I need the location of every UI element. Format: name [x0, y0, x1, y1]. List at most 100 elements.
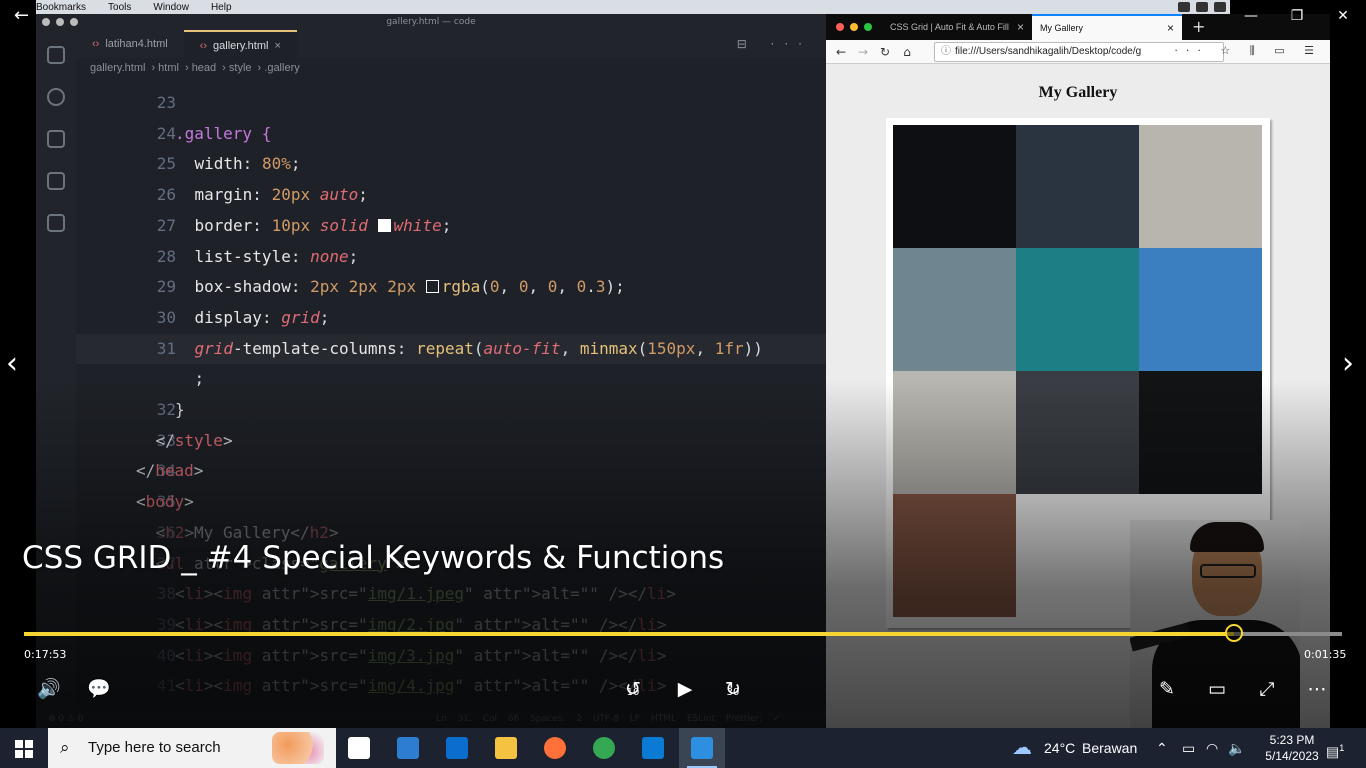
minimize-button[interactable]: —	[1228, 0, 1274, 32]
new-tab-button[interactable]: +	[1182, 14, 1215, 40]
forward-30-button[interactable]: ↻ 30	[720, 676, 746, 702]
code-line[interactable]: 33 </style>	[76, 426, 826, 456]
breadcrumb-item[interactable]: .gallery	[264, 62, 299, 74]
code-line[interactable]: 38 <li><img attr">src="img/1.jpeg" attr">…	[76, 579, 826, 609]
forward-arrow-icon[interactable]: →	[854, 43, 872, 61]
menu-bookmarks[interactable]: Bookmarks	[36, 2, 86, 13]
gallery-image[interactable]	[893, 494, 1016, 617]
code-text: box-shadow: 2px 2px 2px rgba(0, 0, 0, 0.…	[194, 277, 625, 297]
editor-actions[interactable]: ⊟ ···	[737, 30, 826, 58]
menu-tools[interactable]: Tools	[108, 2, 131, 13]
volume-icon[interactable]: 🔊	[36, 676, 62, 702]
reload-icon[interactable]: ↻	[876, 43, 894, 61]
start-button[interactable]	[0, 728, 48, 768]
home-icon[interactable]: ⌂	[898, 43, 916, 61]
taskbar-media-player[interactable]	[679, 728, 725, 768]
gallery-image[interactable]	[1139, 371, 1262, 494]
explorer-icon[interactable]	[47, 46, 65, 64]
wifi-icon[interactable]: ◠	[1206, 728, 1218, 768]
gallery-image[interactable]	[1016, 248, 1139, 371]
code-line[interactable]: 27 border: 10px solid white;	[76, 211, 826, 241]
menu-window[interactable]: Window	[153, 2, 189, 13]
clock[interactable]: 5:23 PM 5/14/2023	[1262, 732, 1322, 764]
browser-tab-active[interactable]: My Gallery ×	[1032, 14, 1182, 40]
search-icon[interactable]	[47, 88, 65, 106]
taskbar-microsoft-store[interactable]	[385, 728, 431, 768]
previous-video-icon[interactable]: ‹	[6, 346, 18, 381]
breadcrumb-item[interactable]: head	[192, 62, 216, 74]
seek-bar[interactable]	[24, 624, 1342, 642]
gallery-image[interactable]	[893, 125, 1016, 248]
code-line[interactable]: 29 box-shadow: 2px 2px 2px rgba(0, 0, 0, …	[76, 272, 826, 302]
code-line[interactable]: 32}	[76, 395, 826, 425]
code-line[interactable]: 31 grid-template-columns: repeat(auto-fit…	[76, 333, 826, 364]
browser-tab[interactable]: CSS Grid | Auto Fit & Auto Fill ×	[882, 14, 1032, 40]
menu-help[interactable]: Help	[211, 2, 232, 13]
breadcrumb-item[interactable]: gallery.html	[90, 62, 145, 74]
gallery-image[interactable]	[893, 371, 1016, 494]
next-video-icon[interactable]: ›	[1342, 346, 1354, 381]
chevron-up-icon[interactable]: ⌃	[1156, 728, 1168, 768]
taskbar-firefox[interactable]	[532, 728, 578, 768]
toolbar-icons[interactable]: ··· ☆ ⫼ ▭ ☰	[1174, 44, 1322, 58]
more-options-icon[interactable]: ⋯	[1304, 676, 1330, 702]
close-tab-icon[interactable]: ×	[274, 40, 280, 52]
run-debug-icon[interactable]	[47, 172, 65, 190]
window-lights[interactable]	[826, 14, 882, 40]
notification-center-icon[interactable]: ▤1	[1326, 728, 1344, 768]
gallery-image[interactable]	[1016, 125, 1139, 248]
edit-icon[interactable]: ✎	[1154, 676, 1180, 702]
close-tab-icon[interactable]: ×	[1017, 14, 1024, 40]
code-line[interactable]: 25 width: 80%;	[76, 149, 826, 179]
line-number: 23	[156, 93, 176, 112]
play-button[interactable]: ▶	[672, 676, 698, 702]
code-line[interactable]: 24 .gallery {	[76, 119, 826, 149]
code-line[interactable]: 23	[76, 88, 826, 118]
breadcrumb-item[interactable]: style	[229, 62, 252, 74]
speaker-icon[interactable]: 🔈	[1228, 728, 1245, 768]
restore-button[interactable]: ❐	[1274, 0, 1320, 32]
code-line[interactable]: 28 list-style: none;	[76, 242, 826, 272]
gallery-image[interactable]	[1016, 371, 1139, 494]
close-tab-icon[interactable]: ×	[1167, 16, 1174, 40]
taskbar-chrome[interactable]	[581, 728, 627, 768]
code-line[interactable]: 26 margin: 20px auto;	[76, 180, 826, 210]
tab-gallery[interactable]: ‹› gallery.html ×	[183, 30, 297, 58]
extensions-icon[interactable]	[47, 214, 65, 232]
miniplayer-icon[interactable]: ▭	[1204, 676, 1230, 702]
gallery-image[interactable]	[1139, 125, 1262, 248]
weather-desc[interactable]: Berawan	[1082, 728, 1137, 768]
tab-latihan4[interactable]: ‹› latihan4.html	[76, 30, 184, 58]
breadcrumb-item[interactable]: html	[158, 62, 179, 74]
taskbar-search[interactable]: ⌕ Type here to search	[48, 728, 336, 768]
taskbar-task-view[interactable]	[336, 728, 382, 768]
code-line[interactable]: 41 <li><img attr">src="img/4.jpg" attr">a…	[76, 671, 826, 701]
close-button[interactable]: ✕	[1320, 0, 1366, 32]
code-line[interactable]: 30 display: grid;	[76, 303, 826, 333]
status-info[interactable]: Ln 31, Col 66 Spaces: 2 UTF-8 LF HTML ES…	[436, 710, 780, 728]
taskbar-mail[interactable]	[434, 728, 480, 768]
back-arrow-icon[interactable]: ←	[832, 43, 850, 61]
fullscreen-icon[interactable]: ⤢	[1254, 676, 1280, 702]
battery-icon[interactable]: ▭	[1182, 728, 1195, 768]
rewind-10-button[interactable]: ↺ 10	[620, 676, 646, 702]
info-icon[interactable]: ⓘ	[941, 43, 951, 61]
html-file-icon: ‹›	[92, 38, 100, 50]
code-line[interactable]: 40 <li><img attr">src="img/3.jpg" attr">a…	[76, 641, 826, 671]
seek-thumb[interactable]	[1224, 624, 1243, 642]
gallery-image[interactable]	[1139, 248, 1262, 371]
code-line[interactable]: ;	[76, 364, 826, 394]
weather-temp[interactable]: 24°C	[1044, 728, 1075, 768]
problems-count[interactable]: ⊗ 0 ⚠ 0	[48, 714, 84, 724]
taskbar-file-explorer[interactable]	[483, 728, 529, 768]
gallery-image[interactable]	[893, 248, 1016, 371]
taskbar-vscode[interactable]	[630, 728, 676, 768]
window-lights[interactable]	[42, 18, 78, 26]
back-arrow-icon[interactable]: ←	[14, 6, 34, 26]
source-control-icon[interactable]	[47, 130, 65, 148]
captions-icon[interactable]: 💬	[86, 676, 112, 702]
weather-cloud-icon[interactable]: ☁	[1012, 728, 1038, 768]
code-editor[interactable]: 23 24 .gallery {25 width: 80%; 26 margin: 20p…	[76, 78, 826, 726]
code-line[interactable]: 34 </head>	[76, 456, 826, 486]
code-line[interactable]: 35 <body>	[76, 487, 826, 517]
